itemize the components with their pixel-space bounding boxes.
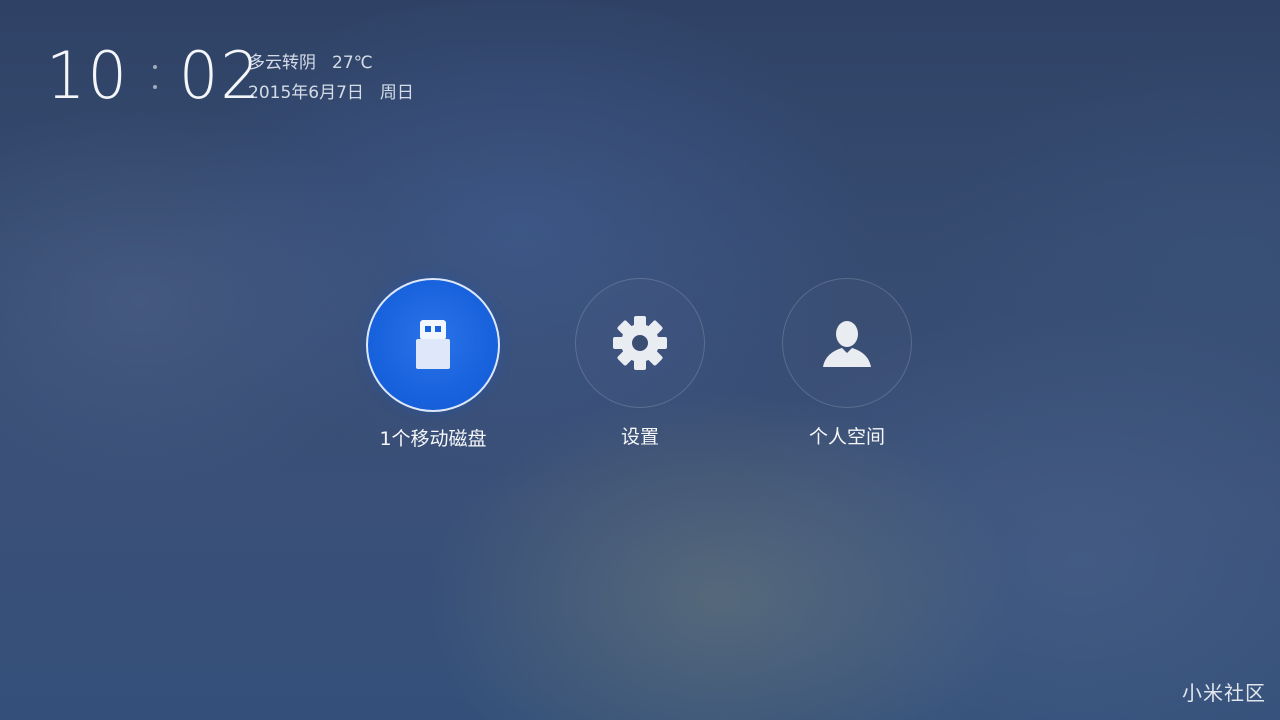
personal-space-label: 个人空间 — [808, 426, 885, 448]
clock-hours: 10 — [46, 37, 129, 114]
weather-date-panel: 多云转阴 27℃ 2015年6月7日 周日 — [248, 48, 414, 108]
clock: 10 02 — [46, 37, 262, 114]
settings-button[interactable]: 设置 — [572, 278, 708, 449]
gear-icon — [613, 316, 667, 370]
date-row: 2015年6月7日 周日 — [248, 78, 414, 108]
main-menu: 1个移动磁盘 设置 个人空间 — [0, 278, 1280, 458]
usb-drive-button[interactable]: 1个移动磁盘 — [365, 278, 501, 451]
settings-circle[interactable] — [575, 278, 705, 408]
weather-condition: 多云转阴 — [248, 53, 316, 73]
usb-drive-circle[interactable] — [366, 278, 500, 412]
weekday-text: 周日 — [379, 83, 414, 103]
clock-colon — [152, 54, 157, 98]
personal-space-button[interactable]: 个人空间 — [779, 278, 915, 449]
usb-drive-label: 1个移动磁盘 — [379, 428, 487, 450]
settings-label: 设置 — [620, 426, 659, 448]
personal-space-circle[interactable] — [782, 278, 912, 408]
weather-temperature: 27℃ — [332, 53, 373, 73]
date-text: 2015年6月7日 — [248, 83, 364, 103]
person-icon — [823, 321, 871, 367]
watermark: 小米社区 — [1182, 681, 1266, 705]
usb-drive-icon — [416, 320, 450, 369]
weather-row: 多云转阴 27℃ — [248, 48, 414, 78]
